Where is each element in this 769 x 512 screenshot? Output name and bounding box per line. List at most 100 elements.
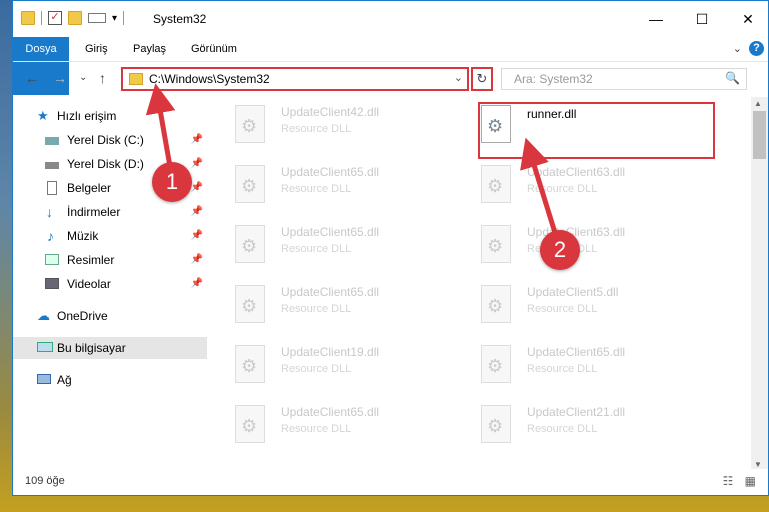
highlight-box: [478, 102, 715, 159]
navigation-bar: ← → ⌄ ↑ C:\Windows\System32 ⌄ ↻ Ara: Sys…: [13, 61, 768, 96]
tab-home[interactable]: Giriş: [73, 37, 120, 61]
file-name: UpdateClient65.dll: [281, 285, 380, 299]
file-item[interactable]: UpdateClient65.dll Resource DLL: [211, 221, 451, 279]
view-toggle-icons[interactable]: ☷ ▦: [723, 474, 760, 488]
pin-icon: 📌: [190, 158, 203, 169]
music-icon: ♪: [47, 228, 54, 244]
dll-file-icon: [235, 285, 265, 323]
back-button[interactable]: ←: [25, 70, 39, 86]
properties-icon[interactable]: ✓: [48, 11, 62, 25]
search-icon[interactable]: 🔍: [725, 71, 740, 85]
scroll-up-icon[interactable]: ▲: [754, 99, 762, 108]
file-item[interactable]: UpdateClient65.dll Resource DLL: [211, 401, 451, 459]
sidebar-item-label: İndirmeler: [67, 205, 121, 219]
refresh-button[interactable]: ↻: [471, 67, 493, 91]
file-item[interactable]: UpdateClient5.dll Resource DLL: [457, 281, 697, 339]
tab-view[interactable]: Görünüm: [179, 37, 249, 61]
scroll-down-icon[interactable]: ▼: [754, 460, 762, 469]
title-bar: ✓ ▾ System32 — ☐ ✕: [13, 1, 768, 37]
file-type: Resource DLL: [527, 363, 598, 375]
drive-icon: [45, 162, 59, 169]
sidebar-item-network[interactable]: Ağ: [13, 369, 207, 391]
dll-file-icon: [235, 225, 265, 263]
qat-customize-icon[interactable]: [88, 13, 106, 23]
file-item[interactable]: UpdateClient21.dll Resource DLL: [457, 401, 697, 459]
vertical-scrollbar[interactable]: ▲ ▼: [751, 97, 768, 471]
ribbon-tabs: Dosya Giriş Paylaş Görünüm ⌄ ?: [13, 37, 768, 95]
dll-file-icon: [235, 105, 265, 143]
file-name: UpdateClient65.dll: [281, 165, 380, 179]
file-name: UpdateClient5.dll: [527, 285, 619, 299]
dll-file-icon: [235, 345, 265, 383]
file-item[interactable]: UpdateClient42.dll Resource DLL: [211, 101, 451, 159]
recent-locations-button[interactable]: ⌄: [79, 72, 87, 83]
file-name: UpdateClient65.dll: [281, 405, 380, 419]
sidebar-item-label: Belgeler: [67, 181, 112, 195]
address-dropdown-icon[interactable]: ⌄: [454, 71, 463, 84]
sidebar-item-videos[interactable]: Videolar 📌: [13, 273, 207, 295]
status-bar: 109 öğe ☷ ▦: [13, 469, 768, 495]
network-icon: [37, 374, 51, 384]
address-path[interactable]: C:\Windows\System32: [149, 72, 270, 86]
sidebar-item-label: Yerel Disk (C:): [67, 133, 144, 147]
sidebar-item-label: Yerel Disk (D:): [67, 157, 144, 171]
close-button[interactable]: ✕: [725, 1, 768, 37]
file-type: Resource DLL: [281, 243, 352, 255]
documents-icon: [47, 181, 57, 195]
file-name: UpdateClient65.dll: [281, 225, 380, 239]
sidebar-item-label: Videolar: [67, 277, 111, 291]
pin-icon: 📌: [190, 206, 203, 217]
forward-button[interactable]: →: [53, 70, 67, 86]
sidebar-item-label: Müzik: [67, 229, 99, 243]
dll-file-icon: [235, 405, 265, 443]
new-folder-icon[interactable]: [68, 11, 82, 25]
sidebar-item-this-pc[interactable]: Bu bilgisayar: [13, 337, 207, 359]
tab-share[interactable]: Paylaş: [121, 37, 178, 61]
file-name: UpdateClient21.dll: [527, 405, 626, 419]
file-type: Resource DLL: [281, 183, 352, 195]
pin-icon: 📌: [190, 278, 203, 289]
sidebar-item-downloads[interactable]: ↓ İndirmeler 📌: [13, 201, 207, 223]
file-type: Resource DLL: [527, 423, 598, 435]
sidebar-item-pictures[interactable]: Resimler 📌: [13, 249, 207, 271]
dll-file-icon: [235, 165, 265, 203]
item-count: 109 öğe: [25, 475, 65, 487]
scrollbar-thumb[interactable]: [753, 111, 766, 159]
file-item[interactable]: UpdateClient65.dll Resource DLL: [211, 281, 451, 339]
cloud-icon: ☁: [37, 308, 50, 323]
sidebar-item-label: Ağ: [57, 373, 72, 387]
address-bar[interactable]: C:\Windows\System32 ⌄: [121, 67, 469, 91]
dll-file-icon: [481, 285, 511, 323]
dll-file-icon: [481, 225, 511, 263]
file-name: UpdateClient42.dll: [281, 105, 380, 119]
window-title: System32: [153, 12, 207, 26]
file-name: UpdateClient19.dll: [281, 345, 380, 359]
computer-icon: [37, 342, 53, 352]
divider: [41, 11, 42, 25]
pin-icon: 📌: [190, 182, 203, 193]
ribbon-expand-icon[interactable]: ⌄: [733, 42, 742, 55]
step-badge-1: 1: [152, 162, 192, 202]
file-item[interactable]: UpdateClient19.dll Resource DLL: [211, 341, 451, 399]
file-item[interactable]: UpdateClient65.dll Resource DLL: [211, 161, 451, 219]
up-button[interactable]: ↑: [99, 70, 106, 86]
file-item[interactable]: UpdateClient65.dll Resource DLL: [457, 341, 697, 399]
star-icon: ★: [37, 108, 49, 123]
file-item[interactable]: UpdateClient63.dll Resource DLL: [457, 161, 697, 219]
sidebar-item-onedrive[interactable]: ☁ OneDrive: [13, 305, 207, 327]
maximize-button[interactable]: ☐: [679, 1, 725, 37]
minimize-button[interactable]: —: [633, 1, 679, 37]
qat-dropdown-icon[interactable]: ▾: [112, 13, 117, 24]
search-input[interactable]: Ara: System32 🔍: [501, 68, 747, 90]
help-icon[interactable]: ?: [749, 41, 764, 56]
sidebar-item-music[interactable]: ♪ Müzik 📌: [13, 225, 207, 247]
folder-icon: [129, 73, 143, 85]
sidebar-item-drive-c[interactable]: Yerel Disk (C:) 📌: [13, 129, 207, 151]
quick-access-toolbar: ✓ ▾: [21, 11, 125, 25]
sidebar-item-quick-access[interactable]: ★ Hızlı erişim: [13, 105, 207, 127]
file-type: Resource DLL: [281, 303, 352, 315]
folder-icon[interactable]: [21, 11, 35, 25]
download-icon: ↓: [46, 204, 53, 220]
sidebar-item-label: Bu bilgisayar: [57, 341, 126, 355]
file-name: UpdateClient63.dll: [527, 225, 626, 239]
